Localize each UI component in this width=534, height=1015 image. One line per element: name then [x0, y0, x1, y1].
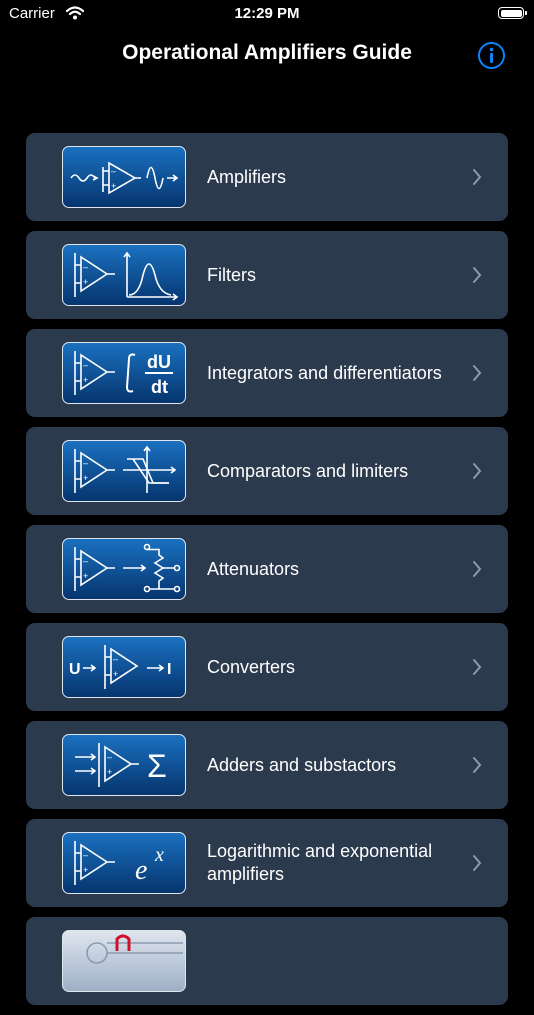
- status-bar: Carrier 12:29 PM: [0, 0, 534, 28]
- svg-text:+: +: [83, 865, 88, 875]
- thumb-u-text: U: [69, 661, 81, 678]
- svg-text:+: +: [83, 473, 88, 483]
- thumb-dt-text: dt: [151, 377, 168, 397]
- list-item-filters[interactable]: – + Filters: [26, 231, 508, 319]
- circuit-icon: [62, 930, 186, 992]
- list-item-partial[interactable]: [26, 917, 508, 1005]
- item-label: Logarithmic and exponential amplifiers: [207, 841, 433, 884]
- integrator-icon: – + dU dt: [62, 342, 186, 404]
- page-title: Operational Amplifiers Guide: [122, 41, 412, 64]
- list-item-comparators[interactable]: – + Comparators and limiters: [26, 427, 508, 515]
- chevron-right-icon: [473, 463, 482, 479]
- chevron-right-icon: [473, 365, 482, 381]
- svg-text:–: –: [113, 654, 118, 664]
- thumb-du-text: dU: [147, 352, 171, 372]
- svg-text:–: –: [107, 752, 112, 762]
- svg-text:+: +: [83, 375, 88, 385]
- chevron-right-icon: [473, 757, 482, 773]
- item-label: [207, 917, 457, 1005]
- thumb-sigma-text: Σ: [147, 748, 167, 784]
- thumb-exp-base: e: [135, 855, 147, 886]
- svg-text:+: +: [113, 669, 118, 679]
- info-icon[interactable]: [477, 41, 506, 70]
- svg-text:–: –: [83, 556, 88, 566]
- status-time: 12:29 PM: [234, 5, 300, 22]
- comparator-icon: – +: [62, 440, 186, 502]
- category-list: – + Amplifiers – + Filters – + dU dt Int…: [26, 133, 508, 1015]
- item-label: Converters: [207, 656, 296, 677]
- chevron-right-icon: [473, 267, 482, 283]
- svg-text:+: +: [83, 571, 88, 581]
- svg-text:–: –: [111, 166, 116, 176]
- chevron-right-icon: [473, 659, 482, 675]
- svg-text:+: +: [111, 181, 116, 191]
- list-item-converters[interactable]: – + U I Converters: [26, 623, 508, 711]
- svg-text:+: +: [107, 767, 112, 777]
- item-label: Adders and substactors: [207, 754, 397, 775]
- exponential-icon: – + e x: [62, 832, 186, 894]
- list-item-adders[interactable]: – + Σ Adders and substactors: [26, 721, 508, 809]
- chevron-right-icon: [473, 561, 482, 577]
- item-label: Filters: [207, 264, 256, 285]
- attenuator-icon: – +: [62, 538, 186, 600]
- battery-icon: [498, 7, 527, 19]
- thumb-exp-power: x: [154, 844, 164, 866]
- amplifier-sine-icon: – +: [62, 146, 186, 208]
- svg-text:–: –: [83, 458, 88, 468]
- chevron-right-icon: [473, 169, 482, 185]
- filter-curve-icon: – +: [62, 244, 186, 306]
- svg-text:–: –: [83, 360, 88, 370]
- list-item-amplifiers[interactable]: – + Amplifiers: [26, 133, 508, 221]
- list-item-logarithmic[interactable]: – + e x Logarithmic and exponential ampl…: [26, 819, 508, 907]
- thumb-i-text: I: [167, 661, 171, 678]
- item-label: Comparators and limiters: [207, 460, 409, 481]
- list-item-integrators[interactable]: – + dU dt Integrators and differentiator…: [26, 329, 508, 417]
- adder-sigma-icon: – + Σ: [62, 734, 186, 796]
- svg-text:–: –: [83, 850, 88, 860]
- svg-text:+: +: [83, 277, 88, 287]
- svg-text:–: –: [83, 262, 88, 272]
- item-label: Integrators and differentiators: [207, 362, 442, 383]
- item-label: Amplifiers: [207, 166, 287, 187]
- item-label: Attenuators: [207, 558, 300, 579]
- chevron-right-icon: [473, 855, 482, 871]
- converter-icon: – + U I: [62, 636, 186, 698]
- list-item-attenuators[interactable]: – + Attenuators: [26, 525, 508, 613]
